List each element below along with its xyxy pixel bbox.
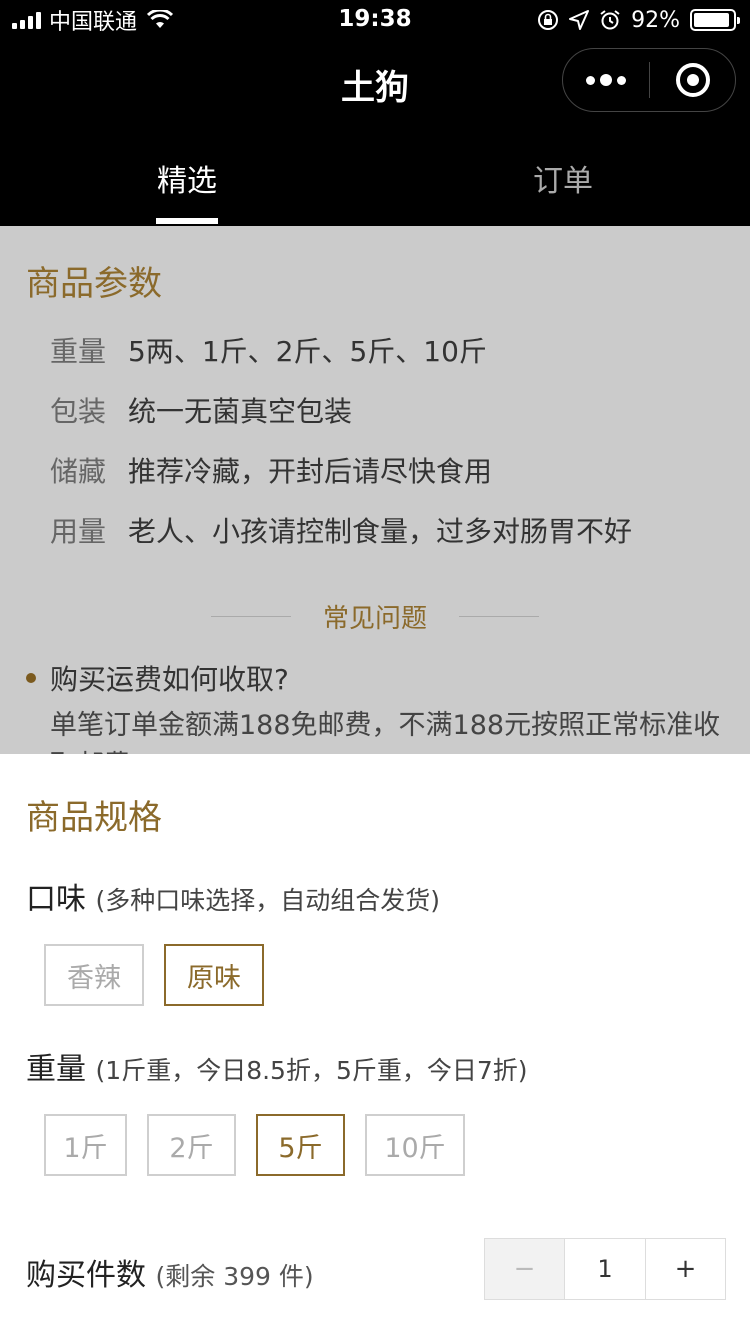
param-key: 用量	[50, 515, 107, 548]
weight-option-2jin[interactable]: 2斤	[147, 1114, 236, 1176]
faq-question: 购买运费如何收取?	[26, 658, 289, 698]
flavor-label-text: 口味	[26, 882, 86, 917]
param-value: 推荐冷藏，开封后请尽快食用	[128, 455, 493, 488]
flavor-hint: (多种口味选择，自动组合发货)	[95, 886, 441, 915]
status-bar-right: 92%	[537, 6, 740, 34]
weight-option-10jin[interactable]: 10斤	[365, 1114, 465, 1176]
tab-orders[interactable]: 订单	[532, 156, 594, 200]
flavor-option-original[interactable]: 原味	[164, 944, 264, 1006]
param-key: 储藏	[50, 455, 107, 488]
param-row-weight: 重量 5两、1斤、2斤、5斤、10斤	[50, 330, 487, 370]
tab-active-indicator	[156, 218, 218, 224]
param-row-dosage: 用量 老人、小孩请控制食量，过多对肠胃不好	[50, 510, 632, 550]
quantity-stock-hint: (剩余 399 件)	[155, 1262, 314, 1291]
faq-title: 常见问题	[322, 604, 427, 634]
bullet-icon	[26, 673, 36, 683]
battery-percent: 92%	[631, 7, 680, 33]
quantity-value[interactable]: 1	[565, 1239, 645, 1299]
battery-icon	[690, 9, 740, 31]
tab-bar: 精选 订单	[0, 130, 750, 226]
faq-header: 常见问题	[0, 598, 750, 635]
spec-sheet-title: 商品规格	[26, 798, 162, 838]
spec-sheet: 商品规格 口味 (多种口味选择，自动组合发货) 香辣 原味 重量 (1斤重，今日…	[0, 754, 750, 1334]
param-value: 5两、1斤、2斤、5斤、10斤	[128, 335, 487, 368]
faq-answer: 单笔订单金额满188免邮费，不满188元按照正常标准收取邮费	[50, 710, 721, 754]
param-row-storage: 储藏 推荐冷藏，开封后请尽快食用	[50, 450, 492, 490]
mini-program-capsule	[562, 48, 736, 112]
weight-hint: (1斤重，今日8.5折，5斤重，今日7折)	[95, 1056, 528, 1085]
weight-option-5jin[interactable]: 5斤	[256, 1114, 345, 1176]
alarm-icon	[600, 10, 620, 30]
decrement-button[interactable]: −	[485, 1239, 565, 1299]
faq-question-text: 购买运费如何收取?	[50, 663, 289, 696]
weight-label-text: 重量	[26, 1052, 86, 1087]
page-content-dimmed: 商品参数 重量 5两、1斤、2斤、5斤、10斤 包装 统一无菌真空包装 储藏 推…	[0, 226, 750, 754]
divider-line	[459, 616, 539, 617]
more-icon[interactable]	[563, 49, 649, 111]
status-bar: 中国联通 19:38 92%	[0, 0, 750, 40]
location-icon	[569, 10, 590, 30]
weight-label: 重量 (1斤重，今日8.5折，5斤重，今日7折)	[26, 1044, 528, 1088]
orientation-lock-icon	[538, 10, 559, 30]
param-value: 统一无菌真空包装	[128, 395, 353, 428]
quantity-label-text: 购买件数	[26, 1258, 146, 1293]
product-params-title: 商品参数	[26, 264, 162, 304]
tab-featured[interactable]: 精选	[156, 156, 218, 200]
divider-line	[210, 616, 291, 617]
close-button[interactable]	[650, 49, 735, 111]
param-key: 包装	[50, 395, 107, 428]
flavor-label: 口味 (多种口味选择，自动组合发货)	[26, 874, 440, 918]
flavor-option-spicy[interactable]: 香辣	[44, 944, 144, 1006]
increment-button[interactable]: +	[645, 1239, 725, 1299]
param-value: 老人、小孩请控制食量，过多对肠胃不好	[128, 515, 633, 548]
close-icon	[675, 63, 710, 97]
weight-option-1jin[interactable]: 1斤	[44, 1114, 127, 1176]
param-key: 重量	[50, 335, 107, 368]
quantity-label: 购买件数 (剩余 399 件)	[26, 1250, 314, 1294]
nav-bar: 土狗	[0, 40, 750, 130]
quantity-stepper: − 1 +	[484, 1238, 726, 1300]
param-row-packaging: 包装 统一无菌真空包装	[50, 390, 352, 430]
